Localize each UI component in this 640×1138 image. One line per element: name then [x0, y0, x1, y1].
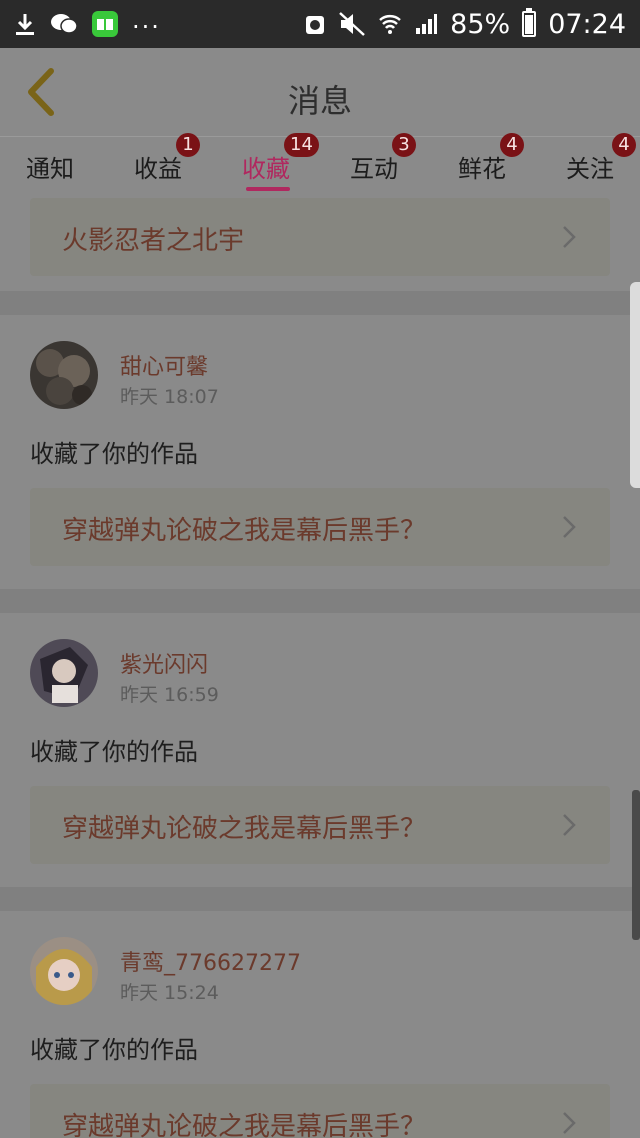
work-title: 穿越弹丸论破之我是幕后黑手？	[62, 814, 427, 844]
tab-follows[interactable]: 关注 4	[566, 133, 636, 184]
more-notifications: ...	[132, 6, 161, 34]
timestamp: 昨天 15:24	[120, 982, 219, 1004]
chevron-right-icon	[563, 516, 576, 538]
tab-label: 收藏	[242, 155, 290, 183]
timestamp: 昨天 18:07	[120, 386, 219, 408]
username[interactable]: 紫光闪闪	[120, 647, 208, 679]
section-divider	[0, 589, 640, 613]
tab-label: 关注	[566, 155, 614, 183]
section-divider	[0, 291, 640, 315]
tab-badge: 4	[500, 133, 524, 157]
header: 消息	[0, 48, 640, 137]
tab-label: 收益	[134, 155, 182, 183]
mute-icon	[338, 11, 366, 37]
download-icon	[14, 12, 36, 36]
reader-app-icon	[92, 11, 118, 37]
work-title: 火影忍者之北宇	[62, 226, 245, 256]
timestamp: 昨天 16:59	[120, 684, 219, 706]
chevron-right-icon	[563, 226, 576, 248]
clock: 07:24	[548, 8, 626, 40]
tab-label: 互动	[350, 155, 398, 183]
tab-label: 鲜花	[458, 155, 506, 183]
tab-badge: 14	[284, 133, 319, 157]
active-tab-indicator	[246, 187, 290, 191]
tab-flowers[interactable]: 鲜花 4	[458, 133, 524, 184]
tab-badge: 3	[392, 133, 416, 157]
work-title: 穿越弹丸论破之我是幕后黑手？	[62, 516, 427, 546]
username[interactable]: 青鸾_776627277	[120, 945, 301, 977]
tab-interactions[interactable]: 互动 3	[350, 133, 416, 184]
chevron-right-icon	[563, 814, 576, 836]
edge-panel-handle[interactable]	[630, 282, 640, 488]
action-text: 收藏了你的作品	[30, 1036, 198, 1064]
scrollbar[interactable]	[632, 790, 640, 940]
page-title: 消息	[287, 82, 352, 120]
avatar[interactable]	[30, 341, 98, 409]
action-text: 收藏了你的作品	[30, 738, 198, 766]
tab-badge: 4	[612, 133, 636, 157]
work-card[interactable]: 穿越弹丸论破之我是幕后黑手？	[30, 488, 610, 566]
wifi-icon	[378, 12, 402, 36]
action-text: 收藏了你的作品	[30, 440, 198, 468]
tab-earnings[interactable]: 收益 1	[134, 133, 200, 184]
tab-label: 通知	[26, 155, 74, 183]
tab-badge: 1	[176, 133, 200, 157]
work-title: 穿越弹丸论破之我是幕后黑手？	[62, 1112, 427, 1138]
message-list[interactable]: 火影忍者之北宇 甜心可馨 昨天 18:07 收藏了你的作品 穿越弹丸论破之我是幕…	[0, 195, 640, 1138]
wechat-icon	[50, 12, 78, 36]
battery-icon	[522, 8, 537, 37]
status-bar: ... 85% 07:24	[0, 0, 640, 48]
signal-icon	[414, 12, 438, 36]
work-card[interactable]: 火影忍者之北宇	[30, 198, 610, 276]
tab-notice[interactable]: 通知	[26, 149, 74, 184]
avatar[interactable]	[30, 639, 98, 707]
username[interactable]: 甜心可馨	[120, 349, 208, 381]
recycle-icon	[304, 12, 326, 36]
avatar[interactable]	[30, 937, 98, 1005]
work-card[interactable]: 穿越弹丸论破之我是幕后黑手？	[30, 786, 610, 864]
section-divider	[0, 887, 640, 911]
chevron-right-icon	[563, 1112, 576, 1134]
work-card[interactable]: 穿越弹丸论破之我是幕后黑手？	[30, 1084, 610, 1138]
battery-percent: 85%	[450, 8, 511, 40]
tab-bar: 通知 收益 1 收藏 14 互动 3 鲜花 4 关注 4	[0, 133, 640, 195]
tab-favorites[interactable]: 收藏 14	[242, 133, 319, 184]
